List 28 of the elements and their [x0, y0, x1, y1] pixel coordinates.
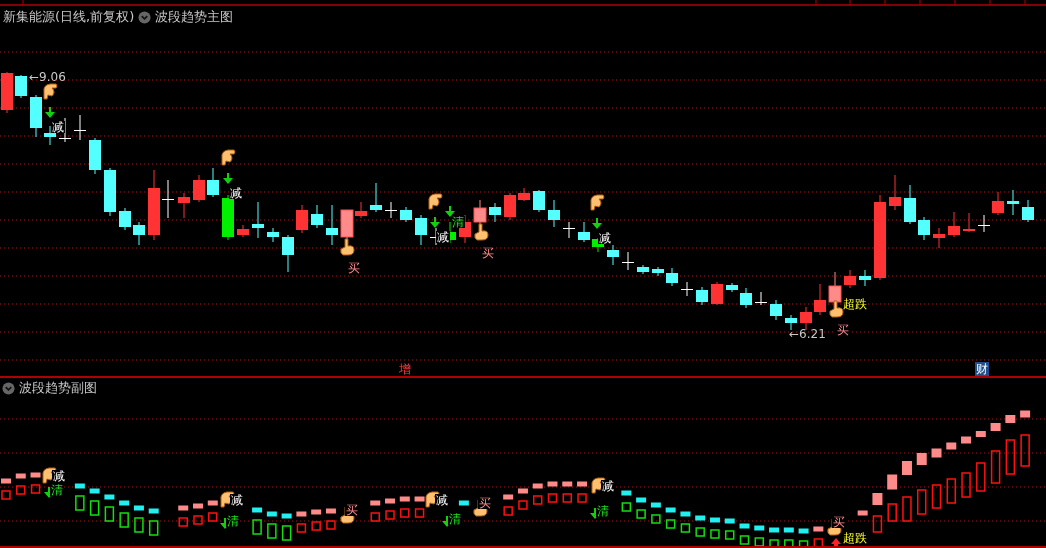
signal-label: 买 [837, 322, 849, 337]
signal-label: 减 [230, 185, 242, 200]
signal-label: 减 [53, 468, 65, 483]
signal-label: 减 [52, 119, 64, 134]
event-label: 增 [399, 361, 411, 376]
signal-label: 清 [227, 513, 239, 528]
price-label: ←9.06 [29, 69, 66, 84]
signal-label: 清 [597, 503, 609, 518]
indicator-name: 波段趋势副图 [19, 379, 97, 397]
signal-label: 超跌 [843, 530, 867, 545]
signal-label: 买 [479, 495, 491, 510]
signal-label: 减 [599, 230, 611, 245]
signal-label: 清 [51, 482, 63, 497]
signal-label: 减 [437, 229, 449, 244]
event-tag: 财 [975, 361, 989, 376]
signal-label: 清 [449, 511, 461, 526]
price-label: ←6.21 [789, 326, 826, 341]
stock-title: 新集能源(日线,前复权) [3, 8, 135, 26]
signal-label: 减 [436, 492, 448, 507]
signal-label: 买 [482, 245, 494, 260]
signal-label: 清 [452, 214, 464, 229]
indicator-name: 波段趋势主图 [155, 8, 234, 26]
signal-label: 减 [602, 478, 614, 493]
signal-label: 买 [833, 514, 845, 529]
signal-label: 减 [231, 492, 243, 507]
signal-label: 超跌 [843, 296, 867, 311]
signal-label: 买 [348, 260, 360, 275]
signal-label: 买 [346, 502, 358, 517]
